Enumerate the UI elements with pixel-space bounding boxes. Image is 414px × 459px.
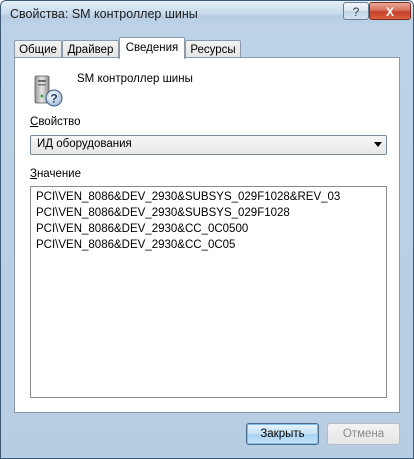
details-panel: ? SM контроллер шины Свойство ИД оборудо…	[14, 57, 400, 413]
tab-driver[interactable]: Драйвер	[62, 40, 119, 58]
value-mnemonic: З	[30, 168, 37, 180]
list-item[interactable]: PCI\VEN_8086&DEV_2930&SUBSYS_029F1028	[36, 207, 290, 219]
tab-general[interactable]: Общие	[14, 40, 62, 58]
device-name: SM контроллер шины	[77, 73, 193, 85]
property-label: Свойство	[30, 116, 81, 128]
value-label: Значение	[30, 168, 81, 180]
unknown-device-icon: ?	[31, 74, 65, 108]
properties-dialog: Свойства: SM контроллер шины ? X Общие Д…	[0, 0, 414, 459]
value-label-rest: начение	[36, 168, 82, 180]
property-select-value: ИД оборудования	[37, 138, 132, 150]
chevron-down-icon[interactable]	[374, 142, 382, 147]
help-icon: ?	[352, 5, 360, 19]
close-icon: X	[385, 5, 394, 19]
list-item[interactable]: PCI\VEN_8086&DEV_2930&CC_0C0500	[36, 223, 248, 235]
window-title: Свойства: SM контроллер шины	[10, 7, 198, 21]
tab-details[interactable]: Сведения	[119, 37, 185, 59]
property-label-rest: войство	[38, 116, 81, 128]
help-button[interactable]: ?	[343, 2, 369, 20]
list-item[interactable]: PCI\VEN_8086&DEV_2930&CC_0C05	[36, 239, 235, 251]
cancel-button[interactable]: Отмена	[327, 423, 400, 445]
property-select[interactable]: ИД оборудования	[30, 135, 387, 155]
svg-text:?: ?	[50, 92, 57, 106]
tab-resources[interactable]: Ресурсы	[185, 40, 241, 58]
list-item[interactable]: PCI\VEN_8086&DEV_2930&SUBSYS_029F1028&RE…	[36, 191, 340, 203]
close-button[interactable]: X	[369, 2, 411, 20]
close-dialog-button[interactable]: Закрыть	[246, 423, 319, 445]
title-bar[interactable]: Свойства: SM контроллер шины ? X	[1, 1, 413, 29]
value-list[interactable]: PCI\VEN_8086&DEV_2930&SUBSYS_029F1028&RE…	[30, 186, 387, 398]
